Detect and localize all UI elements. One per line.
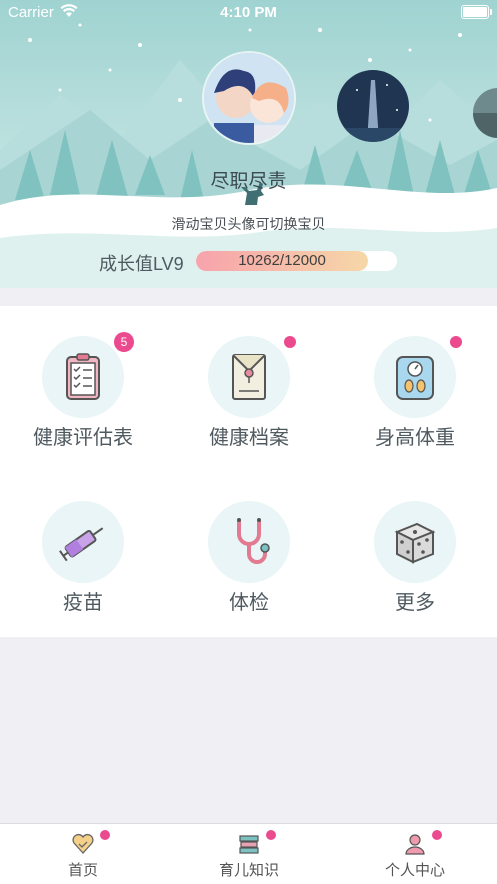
person-icon bbox=[405, 834, 425, 855]
growth-progress-bar: 10262/12000 bbox=[196, 251, 397, 271]
battery-icon bbox=[461, 5, 492, 19]
scale-icon bbox=[374, 336, 456, 418]
menu-more[interactable]: 更多 bbox=[332, 471, 497, 636]
heart-home-icon bbox=[72, 833, 94, 854]
bottom-tab-bar: 首页 育儿知识 个人中心 bbox=[0, 823, 497, 884]
menu-label: 体检 bbox=[229, 592, 269, 614]
hero-banner: Carrier 4:10 PM 尽职尽责 滑动宝贝头像可切换宝贝 成长值LV9 … bbox=[0, 0, 497, 288]
clock: 4:10 PM bbox=[220, 4, 277, 21]
feature-grid: 5 健康评估表 健康档案 身高体重 疫苗 体检 更多 bbox=[0, 306, 497, 637]
notification-dot bbox=[450, 336, 462, 348]
stethoscope-icon bbox=[208, 501, 290, 583]
baby-avatar-selected[interactable] bbox=[202, 51, 296, 145]
menu-label: 更多 bbox=[395, 592, 435, 614]
growth-value-text: 10262/12000 bbox=[238, 252, 326, 269]
menu-label: 健康档案 bbox=[209, 427, 289, 449]
menu-health-assessment[interactable]: 5 健康评估表 bbox=[0, 306, 166, 471]
swipe-hint-text: 滑动宝贝头像可切换宝贝 bbox=[171, 216, 326, 232]
clipboard-checklist-icon bbox=[42, 336, 124, 418]
tab-parenting-knowledge[interactable]: 育儿知识 bbox=[166, 824, 332, 884]
notification-dot bbox=[100, 830, 110, 840]
baby-avatar[interactable] bbox=[337, 70, 409, 142]
dice-icon bbox=[374, 501, 456, 583]
baby-name: 尽职尽责 bbox=[210, 171, 287, 192]
envelope-file-icon bbox=[208, 336, 290, 418]
notification-dot bbox=[432, 830, 442, 840]
menu-height-weight[interactable]: 身高体重 bbox=[332, 306, 497, 471]
growth-level-label: 成长值LV9 bbox=[99, 254, 184, 274]
tab-home[interactable]: 首页 bbox=[0, 824, 166, 884]
menu-physical-exam[interactable]: 体检 bbox=[166, 471, 332, 636]
notification-dot bbox=[266, 830, 276, 840]
anime-avatar-image bbox=[204, 53, 294, 143]
night-tower-avatar-image bbox=[337, 70, 409, 142]
tab-label: 首页 bbox=[67, 862, 98, 879]
notification-count-badge: 5 bbox=[114, 332, 134, 352]
menu-vaccine[interactable]: 疫苗 bbox=[0, 471, 166, 636]
tab-profile[interactable]: 个人中心 bbox=[332, 824, 497, 884]
menu-label: 身高体重 bbox=[375, 427, 455, 449]
menu-label: 疫苗 bbox=[63, 592, 103, 614]
menu-health-records[interactable]: 健康档案 bbox=[166, 306, 332, 471]
notification-dot bbox=[284, 336, 296, 348]
menu-label: 健康评估表 bbox=[33, 427, 133, 449]
syringe-icon bbox=[42, 501, 124, 583]
tab-label: 个人中心 bbox=[384, 862, 445, 879]
status-bar: Carrier 4:10 PM bbox=[0, 0, 497, 26]
books-icon bbox=[239, 835, 259, 854]
tab-label: 育儿知识 bbox=[218, 862, 279, 879]
